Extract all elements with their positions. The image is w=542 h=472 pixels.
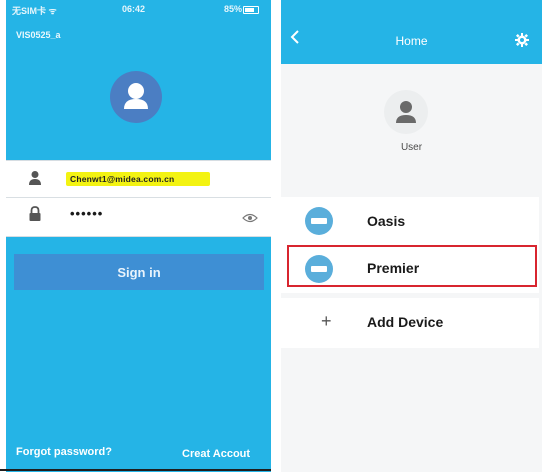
lock-icon [28,206,42,227]
user-icon [28,170,42,191]
device-label: Oasis [367,213,406,229]
status-time: 06:42 [122,4,146,14]
status-carrier: 无SIM卡 ᯤ [12,6,57,16]
eye-icon[interactable] [242,210,258,228]
form-divider [6,197,271,198]
device-row-oasis[interactable]: Oasis [281,197,539,245]
email-input[interactable]: Chenwt1@midea.com.cn [66,172,210,186]
password-input[interactable]: •••••• [70,206,103,221]
user-avatar-icon [110,71,162,123]
home-header [281,0,542,64]
page-title: Home [395,34,428,48]
status-battery: 85% [224,4,243,14]
login-screen: 无SIM卡 ᯤ 06:42 85% VIS0525_a Chenwt1@mide… [6,0,271,472]
sign-in-button[interactable]: Sign in [14,254,264,290]
create-account-link[interactable]: Creat Accout [182,448,250,460]
person-icon [384,90,428,134]
forgot-password-link[interactable]: Forgot password? [16,446,112,458]
gear-icon[interactable] [515,33,529,52]
status-bar: 无SIM卡 ᯤ 06:42 85% [6,2,271,16]
user-label: User [400,142,423,153]
home-screen: Home User Oasis Premier + Add Device [281,0,542,472]
minus-circle-icon [305,207,333,235]
selection-highlight [287,245,537,287]
wifi-ssid: VIS0525_a [16,30,61,40]
battery-icon [243,6,259,14]
bottom-edge-line [0,469,271,471]
plus-icon: + [321,311,332,331]
add-device-label[interactable]: Add Device [367,314,443,330]
